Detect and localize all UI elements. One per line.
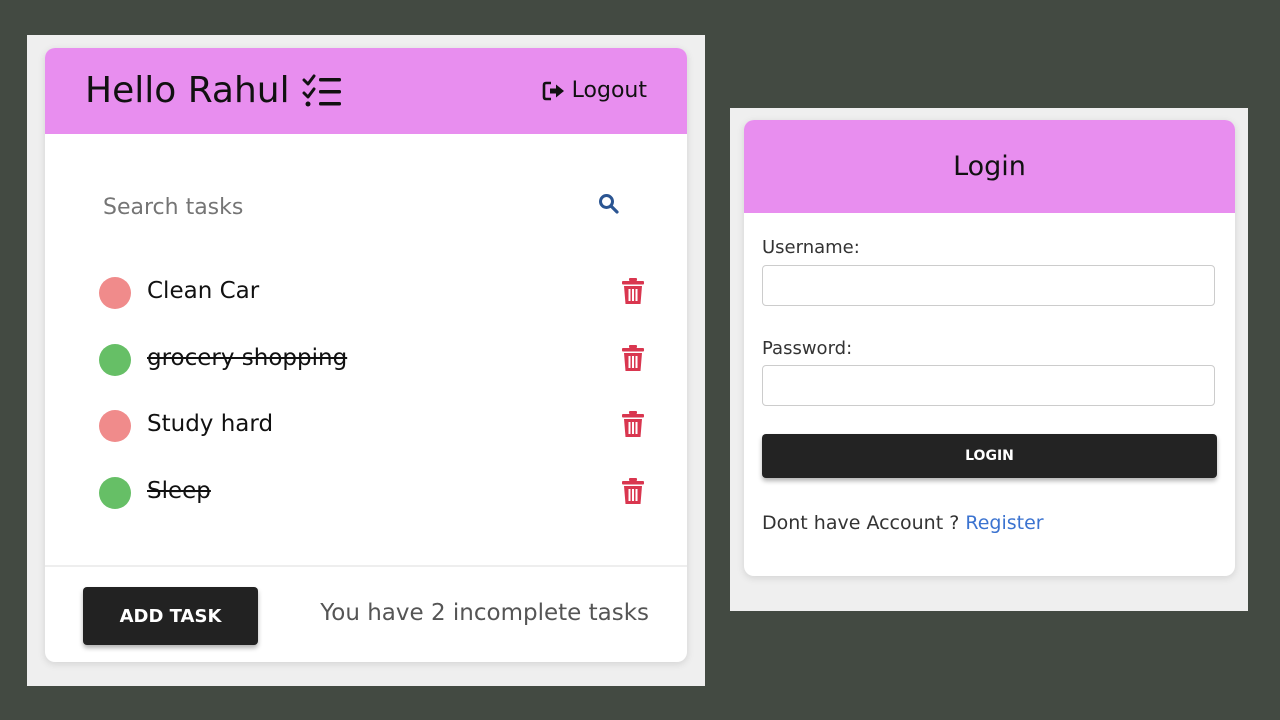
greeting-text: Hello Rahul [85, 70, 290, 111]
add-task-button[interactable]: ADD TASK [83, 587, 258, 645]
logout-label: Logout [571, 78, 647, 103]
trash-icon[interactable] [621, 277, 645, 305]
todo-header: Hello Rahul Logout [45, 48, 687, 134]
task-item: Study hard [99, 407, 644, 474]
register-link[interactable]: Register [965, 512, 1043, 534]
checklist-icon [302, 74, 341, 106]
task-status-toggle[interactable] [99, 476, 131, 509]
task-label: grocery shopping [147, 344, 348, 371]
search-input[interactable] [101, 188, 545, 226]
trash-icon[interactable] [621, 477, 645, 505]
login-header: Login [744, 120, 1235, 213]
username-label: Username: [762, 237, 860, 258]
task-status-toggle[interactable] [99, 277, 131, 309]
greeting-heading: Hello Rahul [85, 70, 342, 111]
task-status-toggle[interactable] [99, 410, 131, 442]
todo-card: Hello Rahul Logout Search tasks Clean Ca… [45, 48, 687, 662]
trash-icon[interactable] [621, 344, 645, 372]
task-status-toggle[interactable] [99, 343, 131, 376]
login-card: Login Username: Password: LOGIN Dont hav… [744, 120, 1235, 576]
todo-frame: Hello Rahul Logout Search tasks Clean Ca… [27, 35, 705, 686]
search-bar [101, 188, 621, 228]
task-list: Clean Car grocery shopping Study hard Sleep [99, 274, 644, 541]
task-item: Clean Car [99, 274, 644, 341]
task-item: grocery shopping [99, 341, 644, 408]
search-icon[interactable] [597, 192, 621, 216]
login-frame: Login Username: Password: LOGIN Dont hav… [730, 108, 1248, 611]
login-title: Login [953, 151, 1026, 182]
password-field[interactable] [762, 365, 1215, 406]
register-prompt: Dont have Account ? Register [762, 512, 1044, 534]
task-label: Clean Car [147, 278, 260, 304]
logout-button[interactable]: Logout [542, 78, 647, 103]
trash-icon[interactable] [621, 410, 645, 438]
footer-divider [45, 565, 687, 567]
password-label: Password: [762, 338, 853, 359]
login-button[interactable]: LOGIN [762, 434, 1217, 478]
task-label: Sleep [147, 477, 211, 504]
task-item: Sleep [99, 474, 644, 541]
task-label: Study hard [147, 411, 274, 437]
logout-icon [542, 81, 564, 100]
register-prompt-text: Dont have Account ? [762, 512, 960, 534]
username-field[interactable] [762, 265, 1215, 306]
incomplete-status: You have 2 incomplete tasks [320, 600, 649, 626]
